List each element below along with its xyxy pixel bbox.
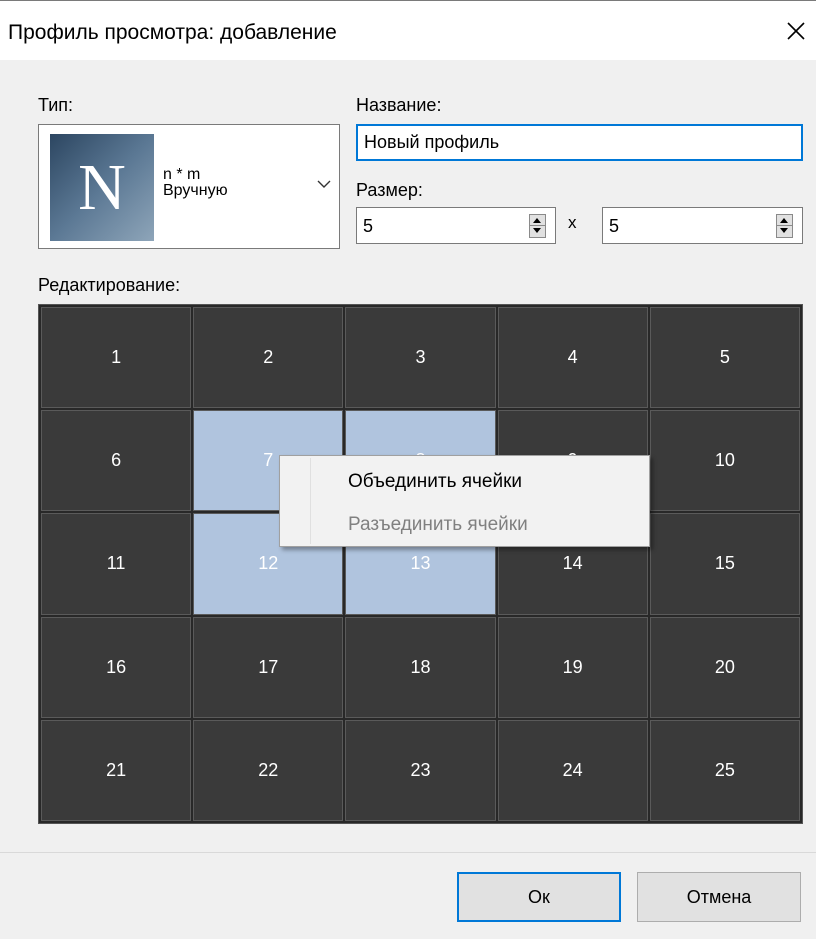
rows-spinbox[interactable]: 5 [356,207,556,244]
grid-cell[interactable]: 19 [497,616,648,718]
type-mode: Вручную [163,182,228,199]
name-label: Название: [356,95,442,115]
type-label: Тип: [38,95,74,115]
spin-up-icon[interactable] [780,218,788,223]
merge-cells-menu-item[interactable]: Объединить ячейки [348,471,522,493]
dialog-window: Профиль просмотра: добавление Тип: N n *… [0,0,816,939]
grid-cell[interactable]: 25 [649,719,800,821]
name-input[interactable] [356,124,803,161]
window-title: Профиль просмотра: добавление [8,21,337,44]
grid-cell[interactable]: 4 [497,307,648,409]
close-icon[interactable] [782,17,810,45]
grid-cell[interactable]: 20 [649,616,800,718]
grid-cell[interactable]: 1 [41,307,192,409]
grid-cell[interactable]: 24 [497,719,648,821]
title-bar: Профиль просмотра: добавление [0,0,816,60]
spin-down-icon[interactable] [533,228,541,233]
grid-cell[interactable]: 16 [41,616,192,718]
split-cells-menu-item: Разъединить ячейки [348,514,528,535]
grid-cell[interactable]: 23 [345,719,496,821]
cols-value: 5 [609,216,620,236]
grid-cell[interactable]: 15 [649,513,800,615]
type-thumbnail: N [50,134,154,241]
cancel-button[interactable]: Отмена [637,872,801,922]
edit-label: Редактирование: [38,275,181,295]
spin-down-icon[interactable] [780,228,788,233]
context-menu: Объединить ячейки Разъединить ячейки [279,455,650,547]
chevron-down-icon[interactable] [316,178,332,190]
rows-value: 5 [363,216,374,236]
grid-cell[interactable]: 2 [193,307,344,409]
grid-cell[interactable]: 5 [649,307,800,409]
ok-button[interactable]: Ок [457,872,621,922]
grid-cell[interactable]: 18 [345,616,496,718]
grid-cell[interactable]: 6 [41,410,192,512]
cols-spinbox[interactable]: 5 [602,207,803,244]
layout-grid[interactable]: 1234567891011121314151617181920212223242… [38,304,803,824]
size-separator: x [568,213,577,232]
size-label: Размер: [356,180,423,200]
type-thumbnail-letter: N [78,151,126,224]
grid-cell[interactable]: 10 [649,410,800,512]
type-combobox[interactable]: N n * m Вручную [38,124,340,249]
grid-cell[interactable]: 21 [41,719,192,821]
grid-cell[interactable]: 22 [193,719,344,821]
grid-cell[interactable]: 3 [345,307,496,409]
rows-spin-buttons[interactable] [529,214,546,238]
cols-spin-buttons[interactable] [776,214,793,238]
grid-cell[interactable]: 11 [41,513,192,615]
spin-up-icon[interactable] [533,218,541,223]
grid-cell[interactable]: 17 [193,616,344,718]
